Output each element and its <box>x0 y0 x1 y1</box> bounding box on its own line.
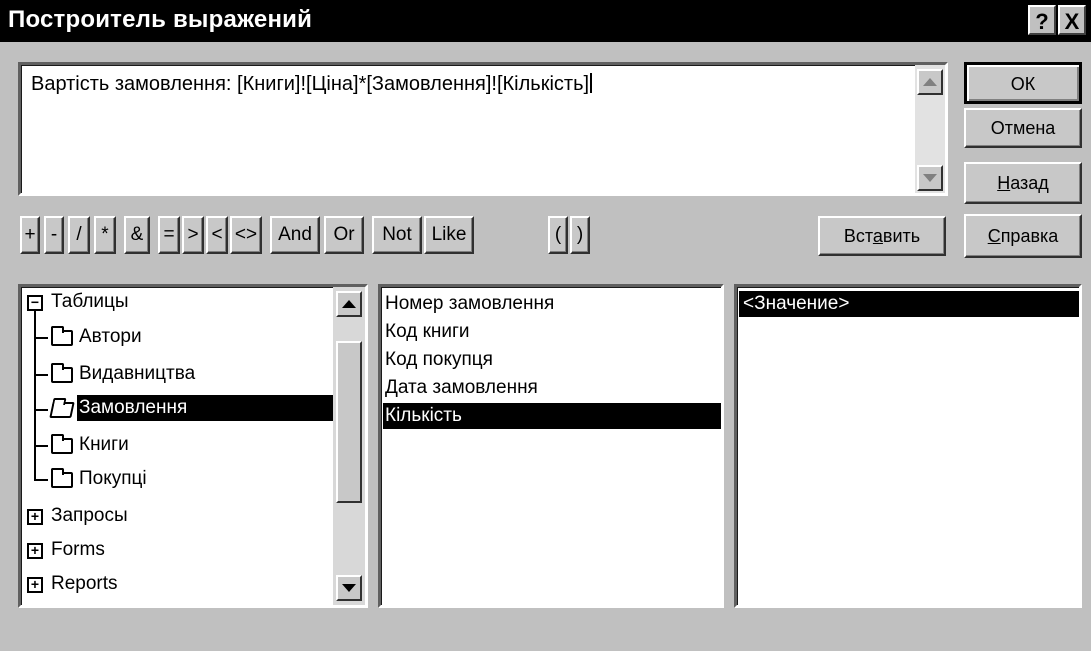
open-folder-icon <box>49 402 75 418</box>
tree-root-tables[interactable]: Таблицы <box>51 289 129 315</box>
tree-item-selected[interactable]: Замовлення <box>77 395 333 421</box>
plus-box-icon[interactable]: + <box>27 543 43 559</box>
tree-item[interactable]: Запросы <box>51 503 128 529</box>
field-item-selected[interactable]: Кількість <box>383 403 721 429</box>
help-button[interactable]: Справка <box>964 214 1082 258</box>
help-title-button[interactable]: ? <box>1028 5 1056 35</box>
field-item[interactable]: Код книги <box>385 319 470 345</box>
tree-connector <box>34 409 48 411</box>
operator-multiply-button[interactable]: * <box>94 216 116 254</box>
ok-button[interactable]: ОК <box>964 62 1082 104</box>
help-button-label: Справка <box>987 226 1059 246</box>
scroll-down-arrow-icon <box>923 174 937 182</box>
folder-icon <box>51 468 73 488</box>
operator-less-button[interactable]: < <box>206 216 228 254</box>
close-title-button[interactable]: X <box>1058 5 1086 35</box>
back-button-label: Назад <box>997 173 1049 193</box>
operator-plus-button[interactable]: + <box>20 216 40 254</box>
expression-text[interactable]: Вартість замовлення: [Книги]![Ціна]*[Зам… <box>31 73 593 96</box>
window-title: Построитель выражений <box>8 6 313 33</box>
tree-scroll-up-button[interactable] <box>336 291 362 317</box>
value-item-selected[interactable]: <Значение> <box>739 291 1079 317</box>
tree-item[interactable]: Автори <box>79 324 142 350</box>
ok-button-label: ОК <box>1010 74 1036 94</box>
expression-scroll-up-button[interactable] <box>917 69 943 95</box>
operator-minus-button[interactable]: - <box>44 216 64 254</box>
object-tree-panel[interactable]: − Таблицы Автори Видавництва Замовлення … <box>18 284 368 608</box>
tree-item[interactable]: Видавництва <box>79 361 195 387</box>
folder-icon <box>51 363 73 383</box>
scroll-down-arrow-icon <box>342 584 356 592</box>
tree-connector <box>34 479 48 481</box>
operator-not-equal-button[interactable]: <> <box>230 216 262 254</box>
tree-connector <box>34 445 48 447</box>
folder-icon <box>51 326 73 346</box>
tree-connector <box>34 374 48 376</box>
operator-and-button[interactable]: And <box>270 216 320 254</box>
open-paren-button[interactable]: ( <box>548 216 568 254</box>
tree-scrollbar[interactable] <box>333 287 365 605</box>
minus-box-icon[interactable]: − <box>27 295 43 311</box>
fields-list-panel[interactable]: Номер замовлення Код книги Код покупця Д… <box>378 284 724 608</box>
plus-box-icon[interactable]: + <box>27 577 43 593</box>
back-button[interactable]: Назад <box>964 162 1082 204</box>
operator-or-button[interactable]: Or <box>324 216 364 254</box>
field-item[interactable]: Дата замовлення <box>385 375 538 401</box>
tree-item[interactable]: Книги <box>79 432 129 458</box>
title-bar: Построитель выражений ? X <box>0 0 1091 42</box>
field-item[interactable]: Код покупця <box>385 347 493 373</box>
expression-scroll-down-button[interactable] <box>917 165 943 191</box>
tree-item[interactable]: Покупці <box>79 466 147 492</box>
tree-item[interactable]: Reports <box>51 571 118 597</box>
folder-icon <box>51 434 73 454</box>
operator-not-button[interactable]: Not <box>372 216 422 254</box>
operator-equals-button[interactable]: = <box>158 216 180 254</box>
scroll-up-arrow-icon <box>342 300 356 308</box>
tree-item[interactable]: Forms <box>51 537 105 563</box>
cancel-button[interactable]: Отмена <box>964 108 1082 148</box>
plus-box-icon[interactable]: + <box>27 509 43 525</box>
expression-scrollbar[interactable] <box>915 65 945 193</box>
tree-scroll-down-button[interactable] <box>336 575 362 601</box>
values-list-panel[interactable]: <Значение> <box>734 284 1082 608</box>
tree-connector <box>34 337 48 339</box>
text-caret <box>590 73 593 93</box>
operator-like-button[interactable]: Like <box>424 216 474 254</box>
close-paren-button[interactable]: ) <box>570 216 590 254</box>
tree-scroll-thumb[interactable] <box>336 341 362 503</box>
cancel-button-label: Отмена <box>990 118 1056 138</box>
operator-ampersand-button[interactable]: & <box>124 216 150 254</box>
operator-divide-button[interactable]: / <box>68 216 90 254</box>
insert-button-label: Вставить <box>843 226 921 246</box>
field-item[interactable]: Номер замовлення <box>385 291 554 317</box>
operator-greater-button[interactable]: > <box>182 216 204 254</box>
expression-box[interactable]: Вартість замовлення: [Книги]![Ціна]*[Зам… <box>18 62 948 196</box>
scroll-up-arrow-icon <box>923 78 937 86</box>
insert-button[interactable]: Вставить <box>818 216 946 256</box>
